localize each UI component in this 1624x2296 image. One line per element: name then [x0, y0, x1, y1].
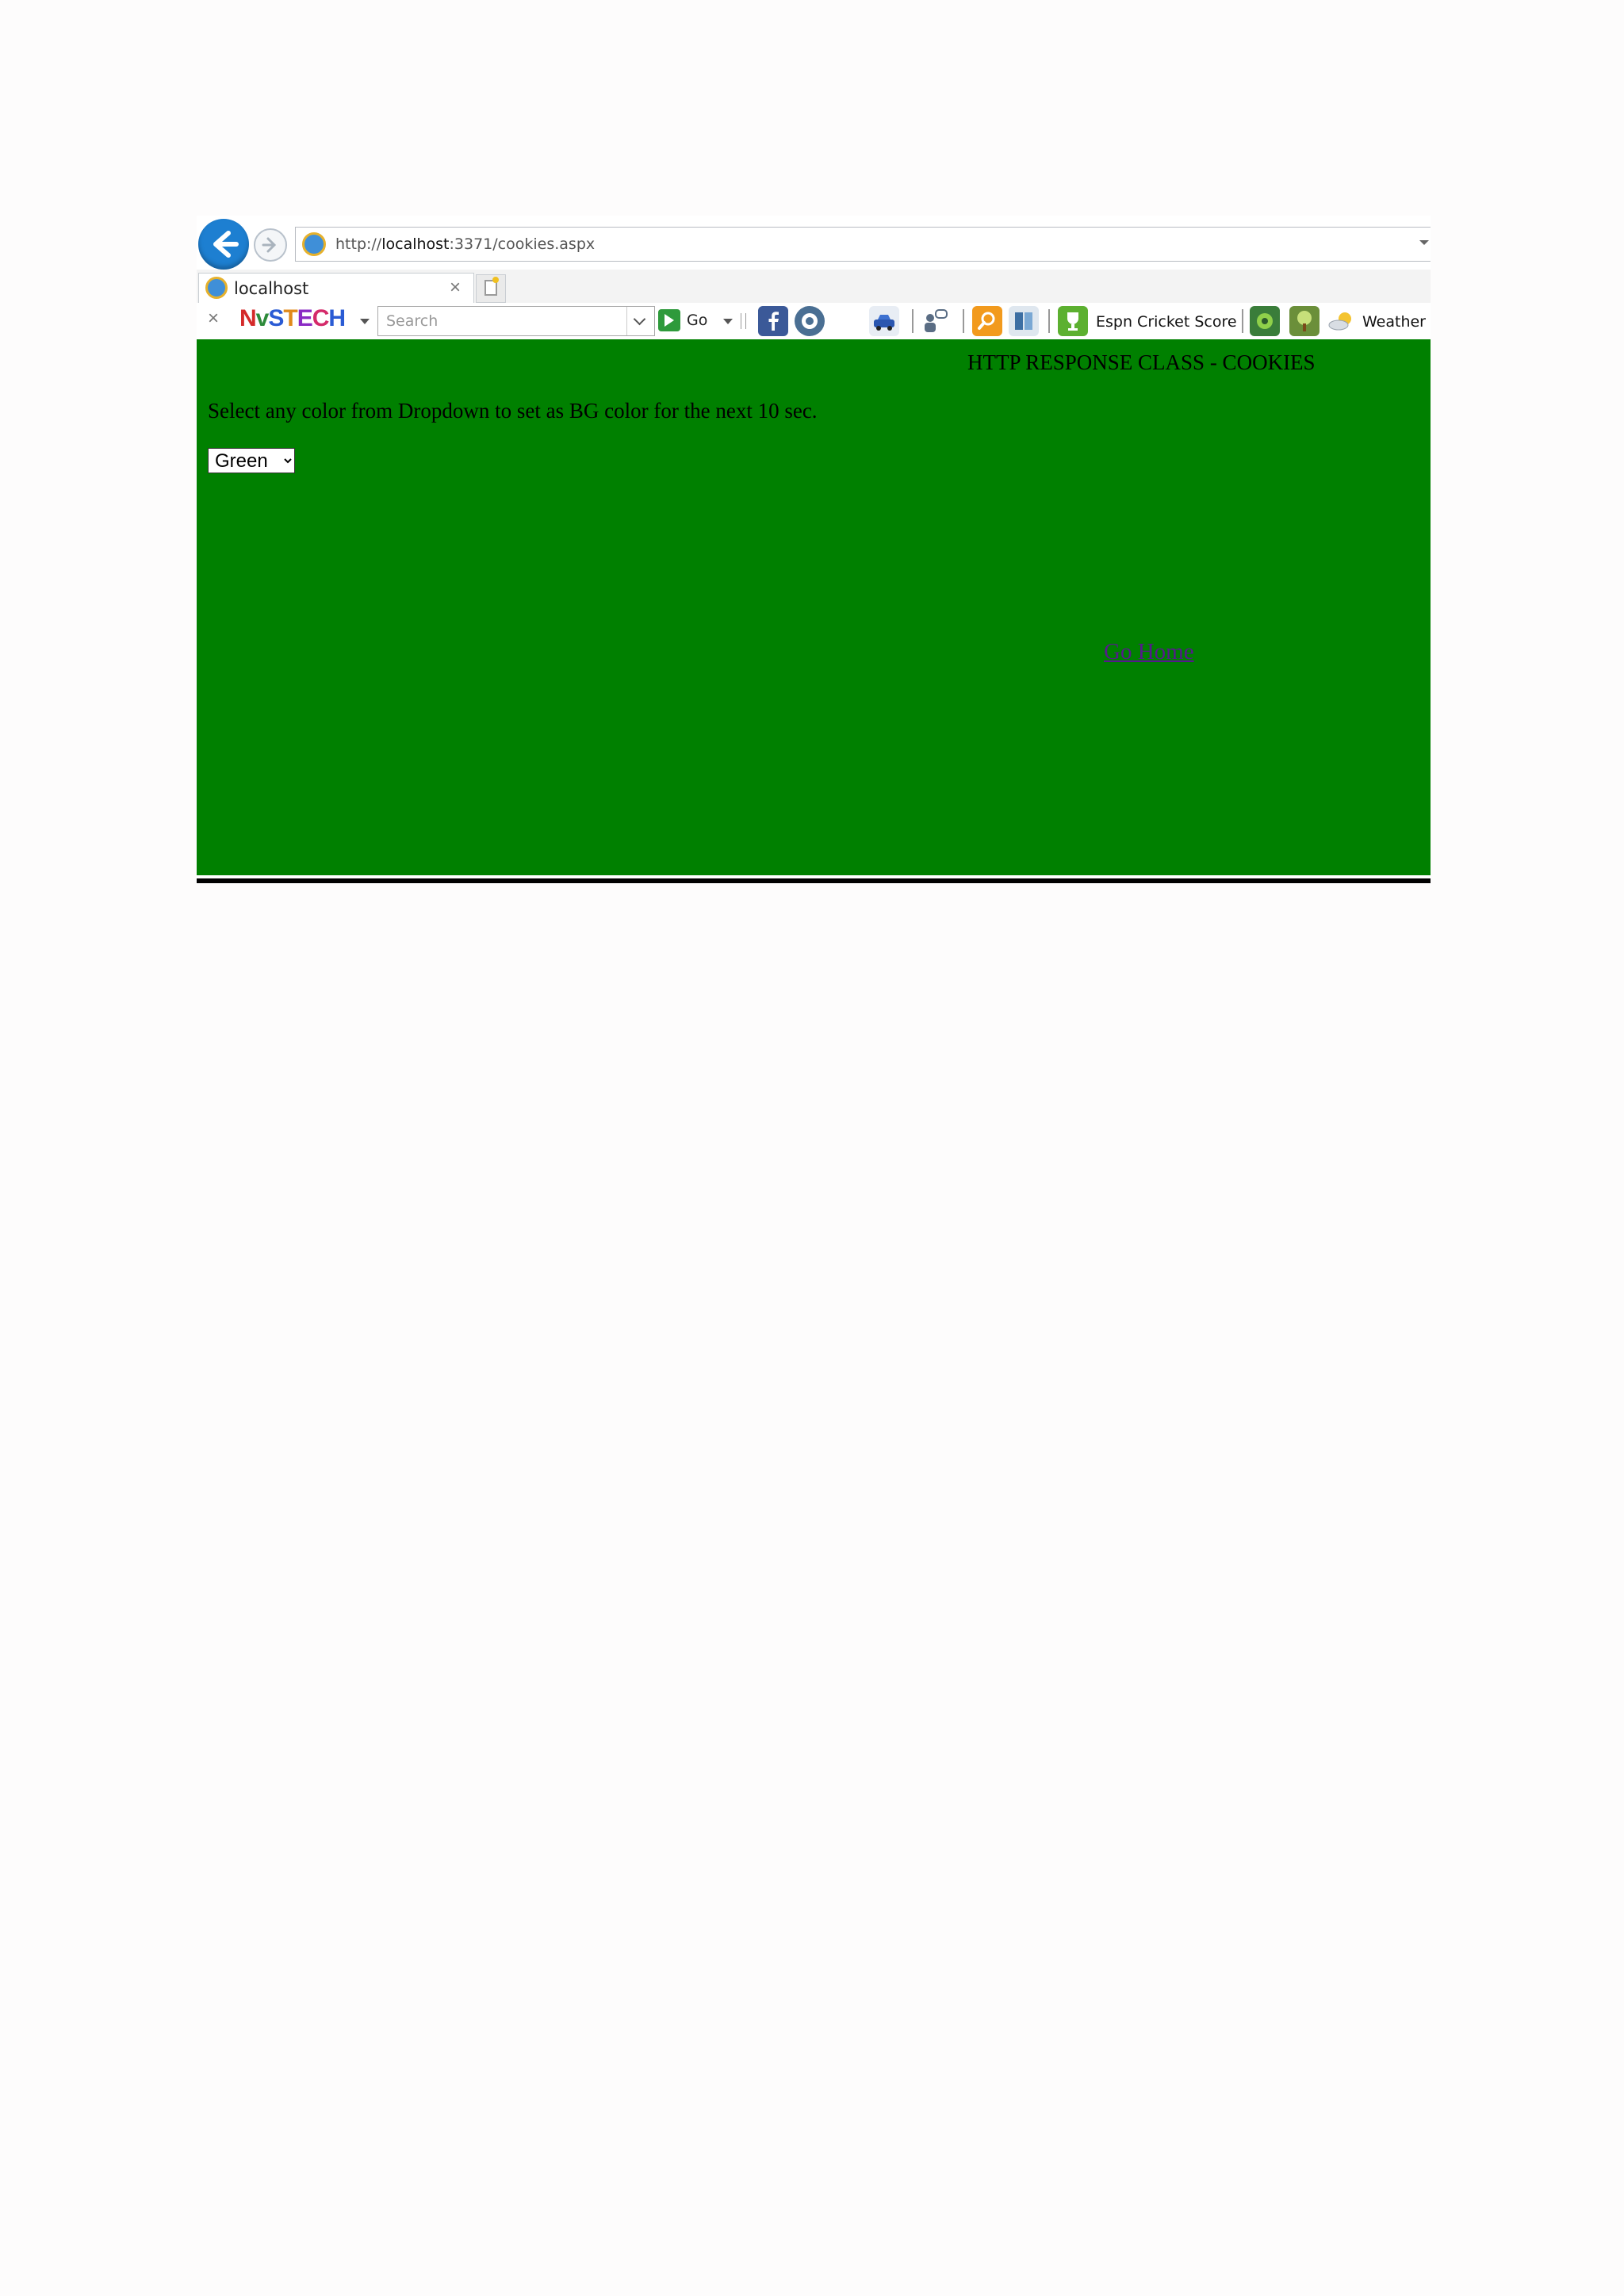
toolbar-separator: [912, 309, 914, 333]
people-glyph-icon: [925, 309, 948, 332]
url-path: :3371/cookies.aspx: [449, 235, 596, 253]
forward-arrow-icon: [262, 237, 277, 253]
forward-button[interactable]: [254, 228, 287, 262]
toolbar-separator: [963, 309, 964, 333]
magnifier-glyph-icon: [978, 312, 995, 330]
address-dropdown-icon[interactable]: [1419, 240, 1429, 245]
eye-glyph-icon: [802, 313, 818, 329]
trophy-glyph-icon: [1067, 312, 1078, 331]
tab-row: localhost ×: [197, 270, 1431, 303]
tab-title: localhost: [234, 279, 309, 298]
toolbar-grip: [745, 313, 746, 329]
car-icon[interactable]: [869, 306, 899, 336]
page-content: HTTP RESPONSE CLASS - COOKIES Select any…: [197, 339, 1431, 875]
brand-dropdown-icon[interactable]: [360, 319, 370, 324]
go-arrow-icon: [658, 309, 680, 331]
brand-letter: C: [312, 305, 330, 331]
ie-page-icon: [302, 232, 326, 256]
new-tab-button[interactable]: [476, 274, 506, 303]
go-dropdown-icon[interactable]: [723, 319, 733, 324]
go-home-link[interactable]: Go Home: [1104, 639, 1194, 665]
ie-tab-icon: [205, 277, 228, 299]
game-glyph-icon: [1257, 313, 1273, 329]
address-bar[interactable]: http://localhost:3371/cookies.aspx: [295, 227, 1431, 262]
url-prefix: http://: [335, 235, 382, 253]
toolbar-separator: [1242, 309, 1243, 333]
brand-letter: H: [328, 305, 346, 331]
brand-letter: T: [283, 305, 297, 331]
weather-icon[interactable]: [1326, 306, 1358, 336]
brand-letter: N: [239, 305, 257, 331]
bg-color-dropdown[interactable]: Green: [208, 448, 295, 473]
map-book-icon[interactable]: [1009, 306, 1039, 336]
toolbar-close-icon[interactable]: ×: [208, 308, 219, 330]
tab-localhost[interactable]: localhost ×: [198, 273, 474, 303]
url-host: localhost: [381, 235, 450, 253]
toolbar-search-input[interactable]: [378, 307, 624, 335]
tree-glyph-icon: [1297, 311, 1312, 331]
tab-close-icon[interactable]: ×: [450, 277, 461, 299]
go-label: Go: [687, 312, 708, 329]
instruction-text: Select any color from Dropdown to set as…: [208, 399, 818, 423]
back-arrow-icon: [213, 231, 239, 258]
espn-cricket-score-link[interactable]: Espn Cricket Score: [1096, 313, 1237, 331]
car-glyph-icon: [874, 315, 894, 331]
brand-letter: S: [268, 305, 284, 331]
game-app-icon[interactable]: [1250, 306, 1280, 336]
back-button[interactable]: [198, 219, 249, 270]
sun-cloud-glyph-icon: [1328, 312, 1351, 331]
nvstech-logo[interactable]: NvSTECH: [239, 305, 346, 332]
search-dropdown-icon[interactable]: [626, 307, 654, 335]
weather-link[interactable]: Weather: [1362, 313, 1426, 331]
toolbar-separator: [1048, 309, 1050, 333]
brand-letter: E: [297, 305, 313, 331]
facebook-icon[interactable]: [758, 306, 788, 336]
bottom-border: [197, 878, 1431, 883]
facebook-glyph-icon: [768, 312, 779, 331]
chat-users-icon[interactable]: [920, 306, 950, 336]
photo-app-icon[interactable]: [1289, 306, 1320, 336]
toolbar-search: [377, 306, 655, 336]
brand-letter: v: [255, 305, 270, 331]
new-tab-star-icon: [492, 277, 499, 283]
book-glyph-icon: [1015, 312, 1032, 330]
address-bar-row: http://localhost:3371/cookies.aspx: [197, 216, 1431, 270]
ie-toolbar-icon[interactable]: [795, 306, 825, 336]
url-text[interactable]: http://localhost:3371/cookies.aspx: [335, 235, 595, 253]
page-title: HTTP RESPONSE CLASS - COOKIES: [967, 350, 1316, 374]
browser-window: http://localhost:3371/cookies.aspx local…: [197, 216, 1431, 883]
search-tool-icon[interactable]: [972, 306, 1002, 336]
trophy-icon[interactable]: [1058, 306, 1088, 336]
toolbar: × NvSTECH Go: [197, 303, 1431, 340]
